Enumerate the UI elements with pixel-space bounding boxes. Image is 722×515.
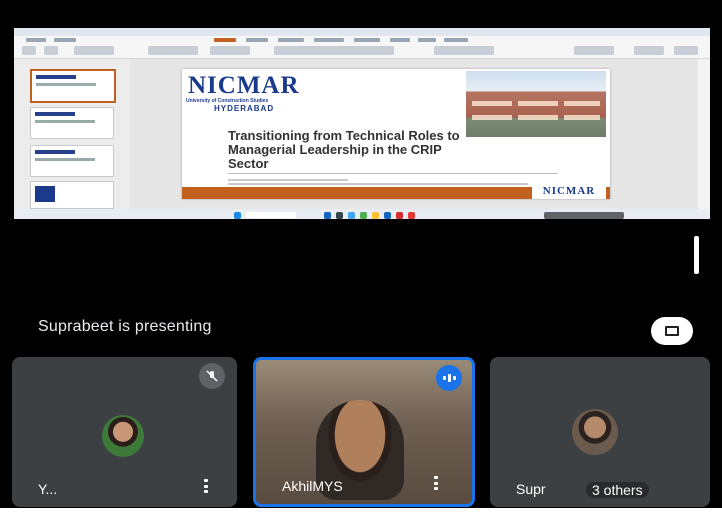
ribbon-icon xyxy=(674,46,698,55)
taskbar-app-icon[interactable] xyxy=(384,212,391,219)
ribbon-tab xyxy=(354,38,380,42)
ribbon-icon xyxy=(634,46,664,55)
footer-logo: NICMAR xyxy=(532,183,606,199)
slide-canvas: NICMAR University of Construction Studie… xyxy=(130,59,698,209)
meeting-stage: NICMAR University of Construction Studie… xyxy=(0,0,722,515)
participant-name: AkhilMYS xyxy=(282,478,343,494)
building-photo xyxy=(466,71,606,137)
avatar xyxy=(102,415,144,457)
ribbon-icon xyxy=(148,46,198,55)
ribbon-tab xyxy=(54,38,76,42)
slide-title: Transitioning from Technical Roles to Ma… xyxy=(228,128,460,171)
shared-screen[interactable]: NICMAR University of Construction Studie… xyxy=(14,28,710,219)
slide-thumbnail[interactable] xyxy=(30,145,114,177)
taskbar-app-icon[interactable] xyxy=(396,212,403,219)
slide-divider xyxy=(228,173,558,174)
others-count-badge[interactable]: 3 others xyxy=(586,482,649,498)
participant-tile[interactable]: Y... xyxy=(12,357,237,507)
slide-thumbnail[interactable] xyxy=(30,181,114,209)
ribbon-icon xyxy=(274,46,394,55)
slide-thumbnail[interactable] xyxy=(30,107,114,139)
ribbon-tab xyxy=(278,38,304,42)
ribbon-toolbar xyxy=(14,36,710,59)
slide: NICMAR University of Construction Studie… xyxy=(182,69,610,199)
ribbon-tab xyxy=(26,38,46,42)
taskbar xyxy=(14,212,710,219)
sharing-indicator[interactable] xyxy=(544,212,624,219)
slide-thumbnail[interactable] xyxy=(30,69,116,103)
ribbon-tab xyxy=(246,38,268,42)
participant-name: Supr xyxy=(516,481,546,497)
fullscreen-icon xyxy=(665,326,679,336)
taskbar-app-icon[interactable] xyxy=(336,212,343,219)
ribbon-icon xyxy=(44,46,58,55)
ribbon-icon xyxy=(210,46,250,55)
mic-off-icon xyxy=(199,363,225,389)
ribbon-tab xyxy=(390,38,410,42)
city-label: HYDERABAD xyxy=(214,104,275,113)
slide-text-line xyxy=(228,183,528,185)
participant-name: Y... xyxy=(38,481,58,497)
side-scroll-handle[interactable] xyxy=(694,236,699,274)
presenting-label: Suprabeet is presenting xyxy=(38,318,212,335)
ribbon-icon xyxy=(574,46,614,55)
ribbon-tab-active xyxy=(214,38,236,42)
vertical-scrollbar[interactable] xyxy=(680,63,686,203)
nicmar-logo: NICMAR xyxy=(188,72,300,99)
fullscreen-button[interactable] xyxy=(651,317,693,345)
more-options-icon[interactable] xyxy=(434,476,439,490)
taskbar-app-icon[interactable] xyxy=(372,212,379,219)
speaking-indicator-icon xyxy=(436,365,462,391)
taskbar-app-icon[interactable] xyxy=(408,212,415,219)
taskbar-search-input[interactable] xyxy=(246,212,296,218)
app-titlebar xyxy=(14,28,710,36)
taskbar-app-icon[interactable] xyxy=(360,212,367,219)
ribbon-icon xyxy=(22,46,36,55)
participant-tile-active[interactable]: AkhilMYS xyxy=(253,357,475,507)
windows-start-icon[interactable] xyxy=(234,212,241,219)
avatar xyxy=(572,409,618,455)
slide-thumbnails xyxy=(14,59,131,209)
ribbon-icon xyxy=(74,46,114,55)
slide-text-line xyxy=(228,179,348,181)
ribbon-icon xyxy=(434,46,494,55)
ribbon-tab xyxy=(444,38,468,42)
ribbon-tab xyxy=(314,38,344,42)
ribbon-tab xyxy=(418,38,436,42)
taskbar-app-icon[interactable] xyxy=(324,212,331,219)
taskbar-app-icon[interactable] xyxy=(348,212,355,219)
more-options-icon[interactable] xyxy=(204,479,209,493)
